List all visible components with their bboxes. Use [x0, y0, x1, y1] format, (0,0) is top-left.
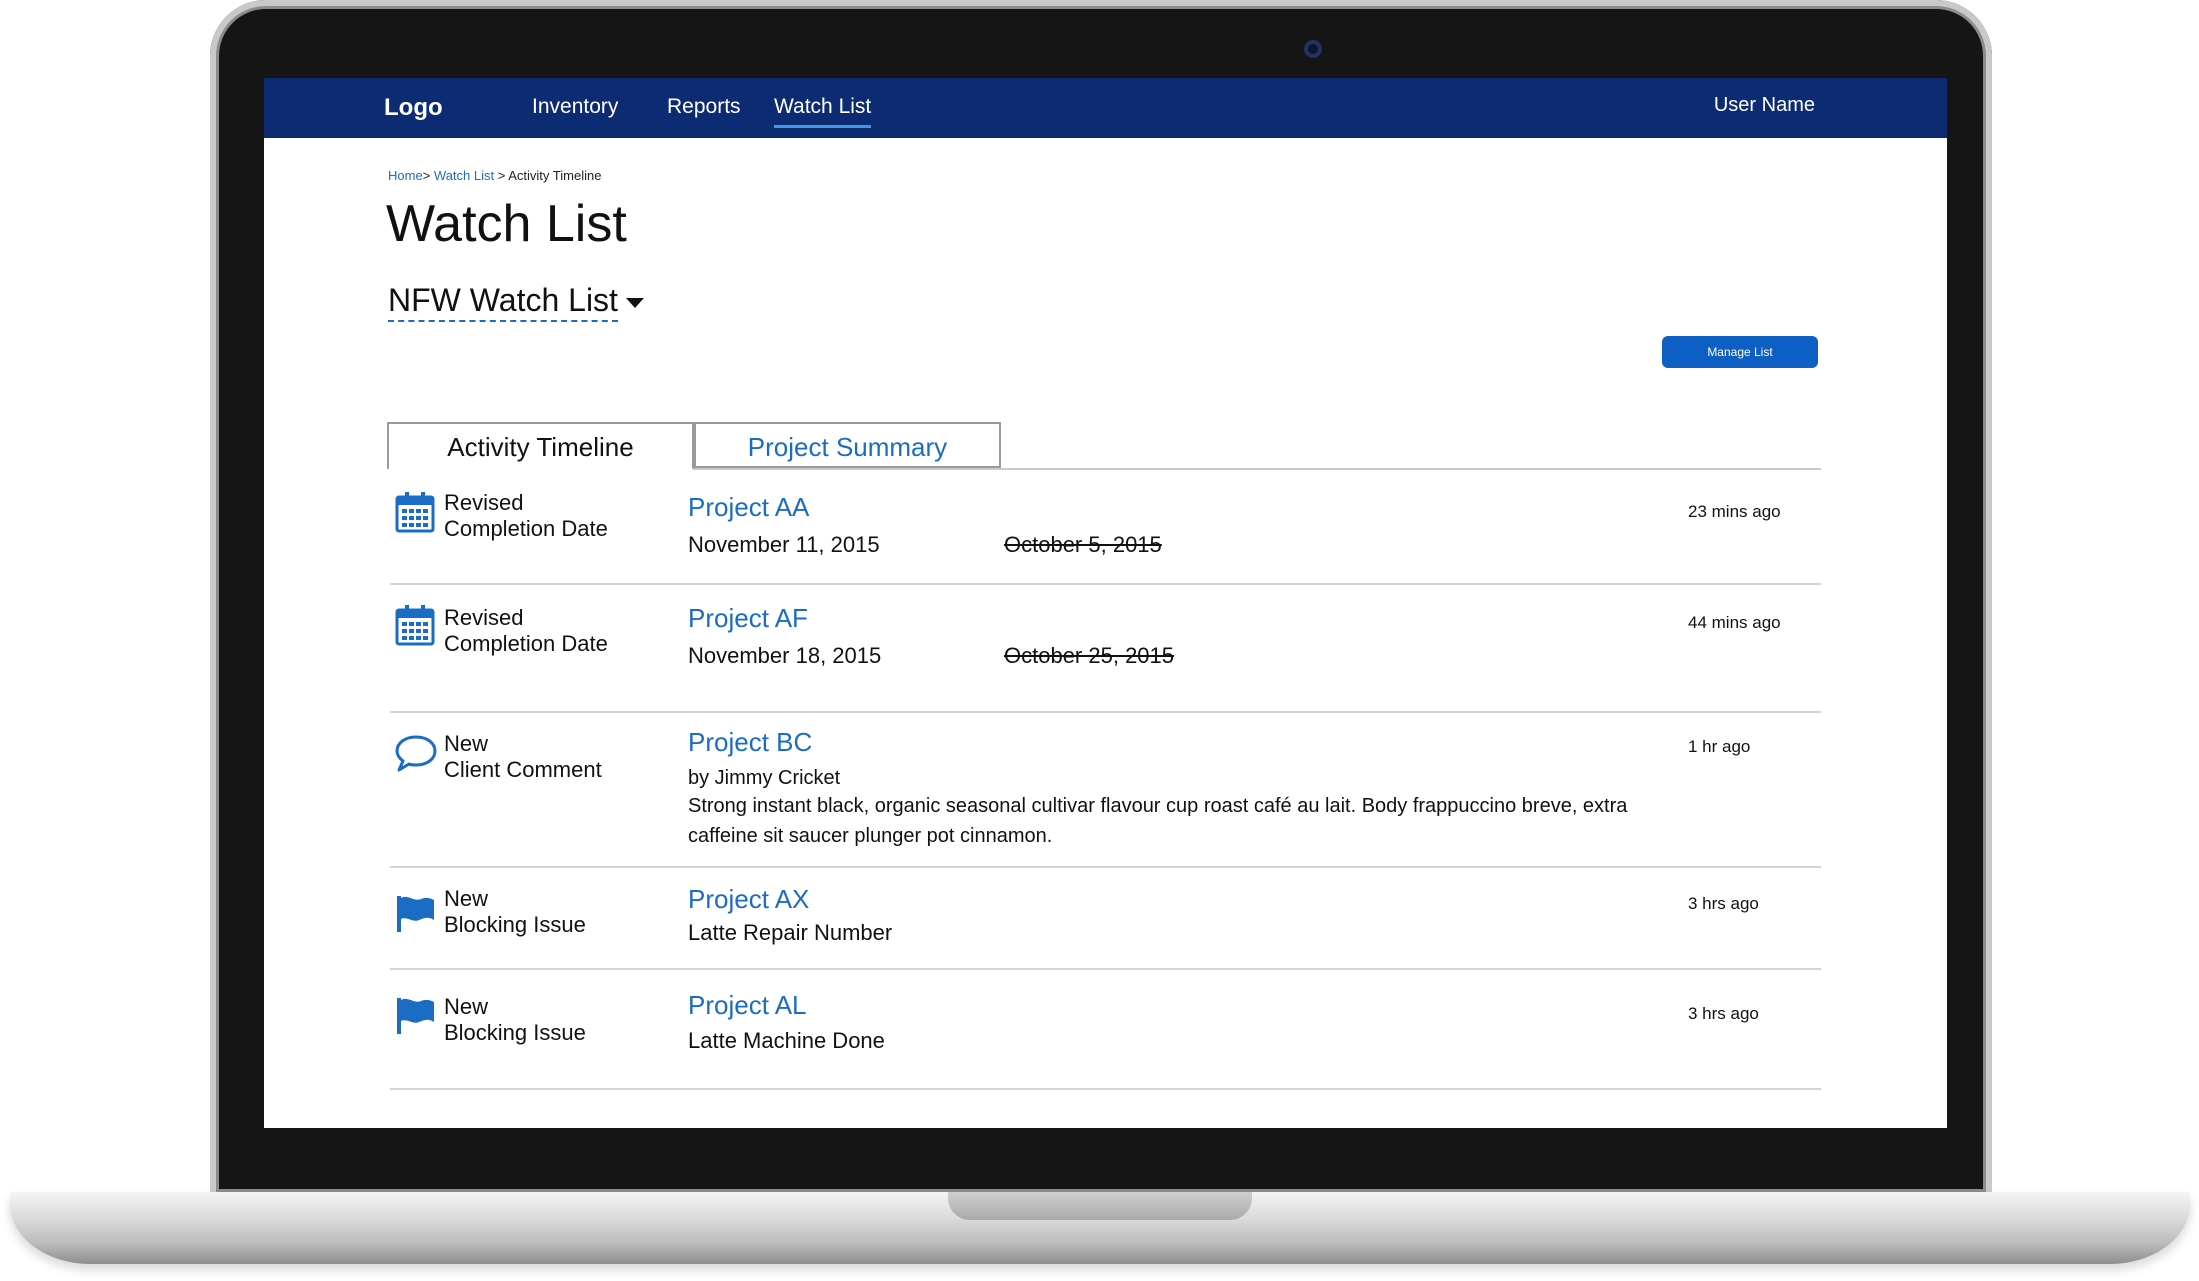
activity-type: New Blocking Issue	[444, 994, 586, 1046]
page-title: Watch List	[386, 195, 627, 253]
activity-type-line2: Completion Date	[444, 631, 608, 656]
activity-type-line1: New	[444, 994, 489, 1019]
project-link[interactable]: Project AX	[688, 884, 809, 915]
comment-text: Strong instant black, organic seasonal c…	[688, 795, 1628, 847]
activity-type-line2: Completion Date	[444, 516, 608, 541]
project-link[interactable]: Project AL	[688, 990, 807, 1021]
project-link[interactable]: Project AF	[688, 603, 808, 634]
activity-type: New Blocking Issue	[444, 886, 586, 938]
activity-type-line1: Revised	[444, 605, 524, 630]
activity-feed: Revised Completion Date Project AA Novem…	[390, 470, 1821, 1090]
app-screen: Logo Inventory Reports Watch List User N…	[264, 78, 1947, 1128]
new-date: November 11, 2015	[688, 532, 880, 557]
activity-type-line2: Blocking Issue	[444, 912, 586, 937]
breadcrumb-watch-list[interactable]: Watch List	[434, 168, 494, 183]
nav-link-watch-list[interactable]: Watch List	[774, 95, 872, 128]
calendar-icon	[395, 492, 435, 533]
activity-time: 44 mins ago	[1688, 613, 1781, 632]
logo[interactable]: Logo	[384, 94, 443, 122]
activity-type-line1: New	[444, 731, 489, 756]
activity-row: Revised Completion Date Project AF Novem…	[390, 585, 1821, 713]
activity-row: New Blocking Issue Project AX Latte Repa…	[390, 868, 1821, 970]
comment-author: by Jimmy Cricket	[688, 767, 841, 789]
breadcrumb: Home> Watch List > Activity Timeline	[388, 168, 601, 183]
activity-time: 3 hrs ago	[1688, 1004, 1759, 1023]
flag-icon	[397, 896, 434, 932]
laptop-notch	[948, 1192, 1252, 1220]
tab-activity-timeline[interactable]: Activity Timeline	[387, 422, 694, 470]
nav-link-reports[interactable]: Reports	[667, 95, 741, 119]
breadcrumb-separator: >	[422, 168, 431, 183]
user-name-menu[interactable]: User Name	[1714, 94, 1815, 117]
project-link[interactable]: Project BC	[688, 727, 812, 758]
activity-type-line2: Blocking Issue	[444, 1020, 586, 1045]
activity-time: 1 hr ago	[1688, 737, 1751, 756]
issue-detail: Latte Repair Number	[688, 920, 893, 945]
old-date: October 25, 2015	[1004, 643, 1175, 668]
watch-list-dropdown[interactable]: NFW Watch List	[388, 282, 644, 322]
new-date: November 18, 2015	[688, 643, 882, 668]
breadcrumb-current: Activity Timeline	[508, 168, 602, 183]
activity-row: New Client Comment Project BC by Jimmy C…	[390, 713, 1821, 868]
issue-detail: Latte Machine Done	[688, 1028, 885, 1053]
activity-type: Revised Completion Date	[444, 490, 608, 542]
breadcrumb-home[interactable]: Home	[388, 168, 423, 183]
manage-list-button[interactable]: Manage List	[1662, 336, 1818, 368]
nav-link-inventory[interactable]: Inventory	[532, 95, 618, 119]
activity-type-line1: New	[444, 886, 489, 911]
activity-row: New Blocking Issue Project AL Latte Mach…	[390, 970, 1821, 1090]
activity-time: 23 mins ago	[1688, 502, 1781, 521]
project-link[interactable]: Project AA	[688, 492, 809, 523]
activity-type: Revised Completion Date	[444, 605, 608, 657]
camera-icon	[1304, 40, 1322, 58]
old-date: October 5, 2015	[1004, 532, 1162, 557]
tab-project-summary[interactable]: Project Summary	[694, 422, 1001, 468]
activity-time: 3 hrs ago	[1688, 894, 1759, 913]
top-navigation-bar: Logo Inventory Reports Watch List User N…	[264, 78, 1947, 138]
activity-type-line1: Revised	[444, 490, 524, 515]
breadcrumb-separator: >	[497, 168, 506, 183]
calendar-icon	[395, 605, 435, 646]
selected-list-name[interactable]: NFW Watch List	[388, 282, 618, 322]
comment-icon	[395, 735, 437, 772]
caret-down-icon[interactable]	[625, 297, 644, 308]
activity-type: New Client Comment	[444, 731, 602, 783]
flag-icon	[397, 998, 434, 1034]
activity-row: Revised Completion Date Project AA Novem…	[390, 470, 1821, 585]
activity-type-line2: Client Comment	[444, 757, 602, 782]
